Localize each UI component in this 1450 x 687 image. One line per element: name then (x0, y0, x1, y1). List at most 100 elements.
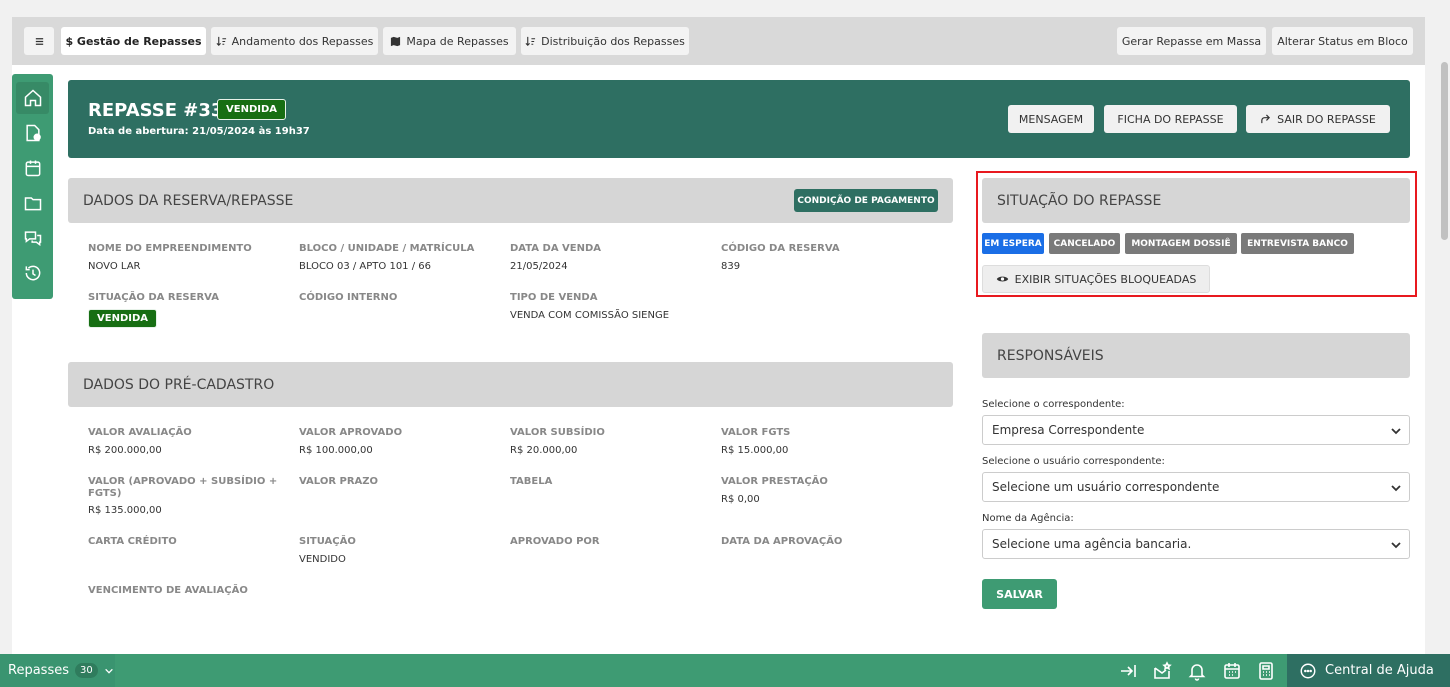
select-value: Selecione um usuário correspondente (992, 480, 1220, 494)
arrow-right-bar-icon (1121, 665, 1136, 677)
field-value: 21/05/2024 (510, 261, 568, 272)
rail-history[interactable] (16, 257, 49, 289)
field-label: VALOR APROVADO (299, 427, 403, 438)
gerar-repasse-massa-button[interactable]: Gerar Repasse em Massa (1117, 27, 1266, 55)
rail-home[interactable] (16, 82, 49, 114)
panel-title: DADOS DO PRÉ-CADASTRO (83, 376, 275, 393)
panel-title: SITUAÇÃO DO REPASSE (997, 192, 1162, 209)
app-window: $ Gestão de Repasses Andamento dos Repas… (12, 17, 1425, 654)
mail-star-button[interactable] (1152, 661, 1172, 681)
collapse-icon-button[interactable] (1118, 661, 1138, 681)
status-badge: VENDIDA (217, 99, 287, 120)
top-toolbar: $ Gestão de Repasses Andamento dos Repas… (12, 17, 1425, 65)
field-value: BLOCO 03 / APTO 101 / 66 (299, 261, 431, 272)
page-title: REPASSE #339 (88, 100, 236, 121)
repasses-dropdown[interactable]: Repasses 30 (0, 654, 115, 687)
tab-mapa-repasses[interactable]: Mapa de Repasses (383, 27, 516, 55)
tab-andamento-repasses[interactable]: Andamento dos Repasses (211, 27, 378, 55)
calendar-button[interactable] (1222, 661, 1242, 681)
status-montagem-dossie[interactable]: MONTAGEM DOSSIÊ (1125, 233, 1237, 254)
history-icon (25, 265, 40, 281)
mensagem-button[interactable]: MENSAGEM (1008, 105, 1094, 133)
sair-repasse-button[interactable]: SAIR DO REPASSE (1246, 105, 1390, 133)
sort-icon (525, 36, 536, 46)
notifications-button[interactable] (1187, 661, 1207, 681)
field-label: APROVADO POR (510, 536, 600, 547)
chat-icon (24, 231, 41, 247)
salvar-button[interactable]: SALVAR (982, 579, 1057, 609)
bottom-label: Repasses (8, 663, 69, 678)
rail-chat[interactable] (16, 222, 49, 254)
correspondente-select[interactable]: Empresa Correspondente (982, 415, 1410, 445)
usuario-label: Selecione o usuário correspondente: (982, 456, 1165, 467)
mail-star-icon (1154, 661, 1172, 679)
field-label: TIPO DE VENDA (510, 292, 598, 303)
eye-icon (996, 276, 1008, 282)
field-label: DATA DA APROVAÇÃO (721, 536, 843, 547)
menu-button[interactable] (24, 27, 54, 55)
agencia-select[interactable]: Selecione uma agência bancaria. (982, 529, 1410, 559)
tag-label: EM ESPERA (984, 238, 1042, 249)
field-label: CÓDIGO DA RESERVA (721, 243, 840, 254)
field-label: SITUAÇÃO (299, 536, 356, 547)
tab-label: $ Gestão de Repasses (65, 34, 202, 48)
home-icon (24, 89, 41, 107)
rail-calendar[interactable] (16, 152, 49, 184)
status-entrevista-banco[interactable]: ENTREVISTA BANCO (1241, 233, 1354, 254)
exibir-bloqueadas-button[interactable]: EXIBIR SITUAÇÕES BLOQUEADAS (982, 265, 1210, 293)
condicao-pagamento-button[interactable]: CONDIÇÃO DE PAGAMENTO (794, 189, 938, 212)
scroll-thumb[interactable] (1441, 62, 1448, 240)
panel-title: RESPONSÁVEIS (997, 347, 1104, 364)
chat-bubble-icon (1300, 663, 1316, 678)
select-value: Selecione uma agência bancaria. (992, 537, 1192, 551)
repasse-header: REPASSE #339 VENDIDA Data de abertura: 2… (68, 80, 1410, 158)
tag-label: ENTREVISTA BANCO (1247, 238, 1348, 249)
button-label: CONDIÇÃO DE PAGAMENTO (797, 195, 935, 206)
button-label: Gerar Repasse em Massa (1121, 34, 1262, 48)
tab-label: Mapa de Repasses (406, 34, 509, 48)
side-rail (12, 74, 53, 299)
ficha-repasse-button[interactable]: FICHA DO REPASSE (1104, 105, 1237, 133)
tab-gestao-repasses[interactable]: $ Gestão de Repasses (61, 27, 206, 55)
field-label: DATA DA VENDA (510, 243, 602, 254)
field-value: R$ 15.000,00 (721, 445, 789, 456)
field-label: VALOR PRESTAÇÃO (721, 476, 828, 487)
calendar-icon (1224, 663, 1240, 679)
document-icon (25, 124, 41, 142)
repasses-count-badge: 30 (74, 663, 98, 678)
field-label: CARTA CRÉDITO (88, 536, 177, 547)
sort-icon (216, 36, 226, 46)
tab-distribuicao-repasses[interactable]: Distribuição dos Repasses (521, 27, 689, 55)
status-cancelado[interactable]: CANCELADO (1049, 233, 1120, 254)
chevron-down-icon (104, 668, 113, 674)
usuario-select[interactable]: Selecione um usuário correspondente (982, 472, 1410, 502)
chevron-down-icon (1391, 428, 1401, 435)
select-value: Empresa Correspondente (992, 423, 1145, 437)
central-ajuda-button[interactable]: Central de Ajuda (1287, 654, 1450, 687)
field-value: R$ 0,00 (721, 494, 760, 505)
alterar-status-bloco-button[interactable]: Alterar Status em Bloco (1272, 27, 1413, 55)
field-label: VALOR AVALIAÇÃO (88, 427, 192, 438)
field-label: VALOR SUBSÍDIO (510, 427, 605, 438)
field-label: VALOR FGTS (721, 427, 791, 438)
correspondente-label: Selecione o correspondente: (982, 399, 1125, 410)
opening-date: Data de abertura: 21/05/2024 às 19h37 (88, 126, 310, 137)
field-label: VENCIMENTO DE AVALIAÇÃO (88, 585, 248, 596)
situacao-reserva-badge: VENDIDA (88, 309, 158, 328)
calculator-button[interactable] (1256, 661, 1276, 681)
button-label: EXIBIR SITUAÇÕES BLOQUEADAS (1014, 272, 1197, 286)
responsaveis-panel-header: RESPONSÁVEIS (982, 333, 1410, 378)
help-label: Central de Ajuda (1325, 663, 1434, 678)
bell-icon (1188, 664, 1206, 681)
button-label: SAIR DO REPASSE (1277, 112, 1376, 126)
chevron-down-icon (1391, 542, 1401, 549)
field-value: 839 (721, 261, 741, 272)
status-em-espera[interactable]: EM ESPERA (982, 233, 1044, 254)
rail-folder[interactable] (16, 187, 49, 219)
situacao-panel-header: SITUAÇÃO DO REPASSE (982, 178, 1410, 223)
page-scrollbar[interactable] (1439, 0, 1450, 654)
field-value: R$ 135.000,00 (88, 505, 162, 516)
rail-documents[interactable] (16, 117, 49, 149)
tab-label: Andamento dos Repasses (231, 34, 374, 48)
field-value: VENDIDO (299, 554, 346, 565)
